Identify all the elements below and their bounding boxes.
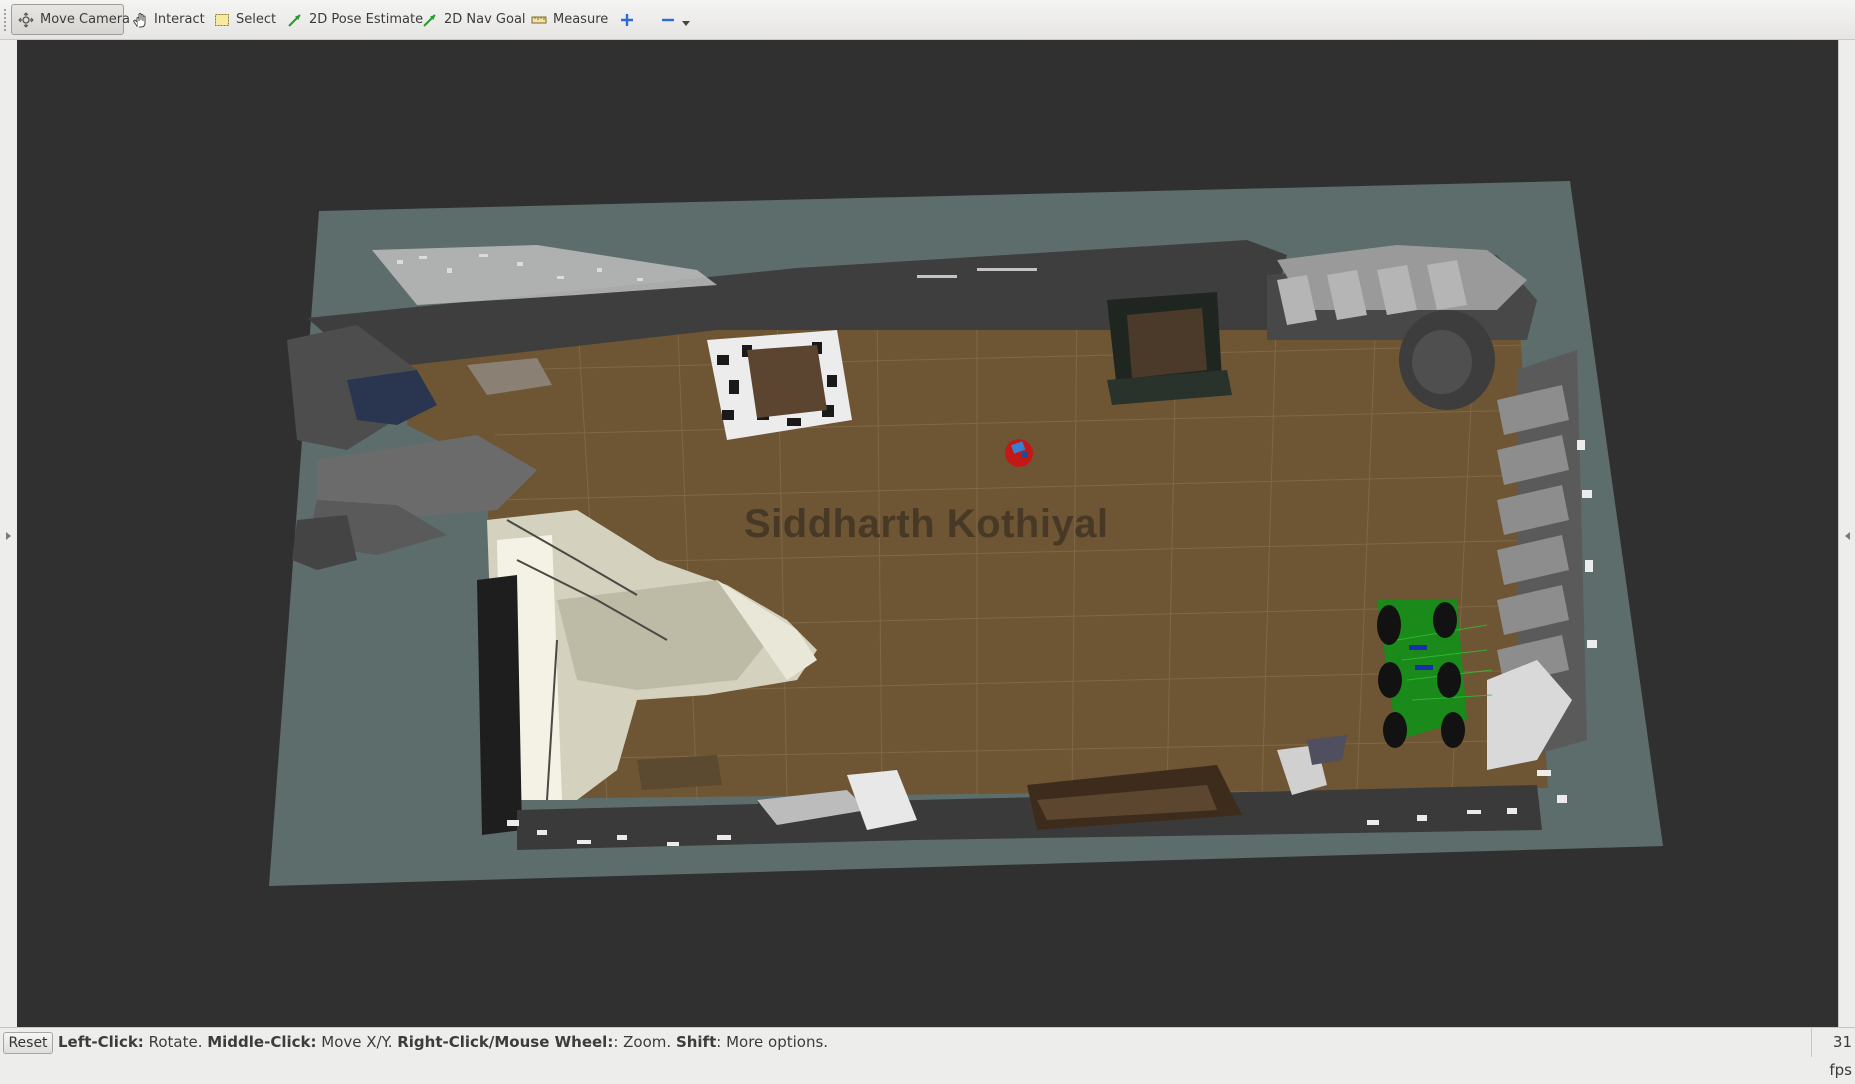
toolbar: Move Camera Interact Select 2D Pose Esti… (0, 0, 1855, 40)
3d-render-viewport[interactable]: Siddharth Kothiyal (17, 40, 1838, 1027)
hint-right-click-desc: : Zoom. (613, 1033, 676, 1051)
hint-shift-desc: : More options. (716, 1033, 829, 1051)
select-label: Select (236, 12, 277, 27)
2d-nav-goal-button[interactable]: 2D Nav Goal (416, 4, 526, 35)
left-panel-splitter[interactable] (0, 40, 18, 1027)
select-button[interactable]: Select (208, 4, 276, 35)
dropdown-arrow-icon (682, 12, 690, 27)
move-camera-button[interactable]: Move Camera (11, 4, 130, 35)
select-box-icon (214, 12, 230, 28)
green-arrow-icon (287, 12, 303, 28)
robot-marker (1005, 439, 1033, 467)
remove-tool-button[interactable] (656, 4, 692, 35)
right-panel-splitter[interactable] (1838, 40, 1855, 1027)
2d-pose-estimate-button[interactable]: 2D Pose Estimate (281, 4, 423, 35)
hint-right-click-key: Right-Click/Mouse Wheel: (397, 1033, 614, 1051)
hint-shift-key: Shift (675, 1033, 717, 1051)
hint-left-click-key: Left-Click: (58, 1033, 144, 1051)
reset-button[interactable]: Reset (3, 1032, 53, 1054)
measure-label: Measure (553, 12, 609, 27)
expand-right-arrow-icon[interactable] (1845, 532, 1850, 540)
2d-pose-estimate-label: 2D Pose Estimate (309, 12, 424, 27)
mouse-hint-text: Left-Click: Rotate. Middle-Click: Move X… (58, 1033, 828, 1051)
move-camera-icon (18, 11, 34, 28)
interact-button[interactable]: Interact (126, 4, 206, 35)
toolbar-grip[interactable] (3, 8, 7, 32)
green-arrow-icon (422, 12, 438, 28)
hint-middle-click-desc: Move X/Y. (316, 1033, 398, 1051)
fps-counter: 31 fps (1811, 1028, 1855, 1079)
interact-label: Interact (154, 12, 205, 27)
hand-icon (132, 12, 148, 28)
2d-nav-goal-label: 2D Nav Goal (444, 12, 526, 27)
ruler-icon (531, 12, 547, 28)
minus-icon (660, 12, 676, 28)
hint-left-click-desc: Rotate. (143, 1033, 208, 1051)
measure-button[interactable]: Measure (525, 4, 609, 35)
status-bar: Reset Left-Click: Rotate. Middle-Click: … (0, 1027, 1855, 1079)
watermark-text: Siddharth Kothiyal (744, 502, 1109, 546)
plus-icon (619, 12, 635, 28)
add-tool-button[interactable] (614, 4, 640, 35)
hint-middle-click-key: Middle-Click: (207, 1033, 317, 1051)
expand-left-arrow-icon[interactable] (6, 532, 11, 540)
move-camera-label: Move Camera (40, 12, 131, 27)
